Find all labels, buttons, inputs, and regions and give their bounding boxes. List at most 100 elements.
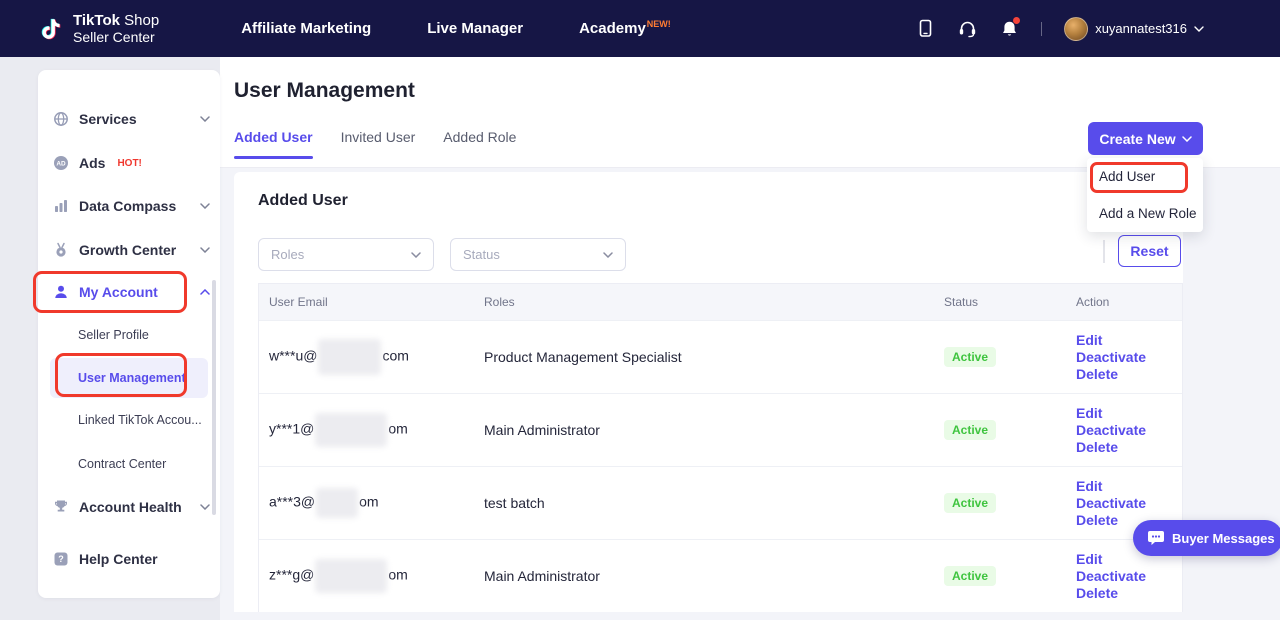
bell-notification-icon[interactable] [999,19,1019,39]
menu-item-add-new-role[interactable]: Add a New Role [1087,195,1203,232]
sidebar-subitem-contract-center[interactable]: Contract Center [50,447,208,481]
status-cell: Active [934,420,1064,440]
chevron-down-icon [1194,26,1204,32]
email-suffix: om [388,567,407,583]
delete-link[interactable]: Delete [1076,439,1182,456]
active-tab-indicator [234,156,313,159]
chevron-up-icon [200,289,210,295]
sidebar-subitem-user-management[interactable]: User Management [50,358,208,398]
sidebar-item-my-account[interactable]: My Account [52,277,210,307]
sidebar-item-help-center[interactable]: ? Help Center [52,544,210,574]
sidebar-item-growth-center[interactable]: Growth Center [52,235,210,265]
panel-heading: Added User [258,192,348,210]
tab-label: Invited User [341,129,416,145]
sidebar-scrollbar[interactable] [212,280,216,515]
column-header-status: Status [934,295,1064,309]
buyer-messages-button[interactable]: Buyer Messages [1133,520,1280,556]
deactivate-link[interactable]: Deactivate [1076,495,1182,512]
users-table: User Email Roles Status Action w***u@ com… [258,283,1183,612]
status-badge: Active [944,347,996,367]
globe-icon [52,111,69,128]
notification-dot [1013,17,1020,24]
mobile-app-icon[interactable] [915,19,935,39]
chevron-down-icon [200,504,210,510]
tiktok-note-icon [38,14,64,44]
email-suffix: om [388,421,407,437]
sidebar-item-account-health[interactable]: Account Health [52,492,210,522]
email-prefix: w***u@ [269,348,317,364]
nav-link-affiliate-marketing[interactable]: Affiliate Marketing [241,20,371,37]
status-badge: Active [944,493,996,513]
nav-links: Affiliate Marketing Live Manager Academy… [241,20,671,37]
bar-chart-icon [52,198,69,215]
email-prefix: y***1@ [269,421,314,437]
role-cell: Main Administrator [474,568,934,584]
role-cell: test batch [474,495,934,511]
edit-link[interactable]: Edit [1076,332,1182,349]
nav-link-academy[interactable]: AcademyNEW! [579,20,671,37]
sidebar-subitem-seller-profile[interactable]: Seller Profile [50,318,208,352]
sidebar-item-services[interactable]: Services [52,104,210,134]
status-filter-select[interactable]: Status [450,238,626,271]
avatar [1064,17,1088,41]
deactivate-link[interactable]: Deactivate [1076,422,1182,439]
email-redaction-blur [315,559,387,593]
chevron-down-icon [200,247,210,253]
column-header-user-email: User Email [259,295,474,309]
tab-added-role[interactable]: Added Role [443,129,516,159]
edit-link[interactable]: Edit [1076,405,1182,422]
delete-link[interactable]: Delete [1076,585,1182,602]
roles-filter-select[interactable]: Roles [258,238,434,271]
action-cell: Edit Deactivate Delete [1064,405,1182,456]
email-redaction-blur [316,488,358,518]
status-cell: Active [934,347,1064,367]
deactivate-link[interactable]: Deactivate [1076,349,1182,366]
deactivate-link[interactable]: Deactivate [1076,568,1182,585]
delete-link[interactable]: Delete [1076,366,1182,383]
brand-title-light: Shop [124,12,159,29]
question-icon: ? [52,551,69,568]
create-new-dropdown: Add User Add a New Role [1087,158,1203,232]
added-user-panel: Added User Roles Status User Email Roles… [234,172,1183,612]
table-row: w***u@com Product Management Specialist … [259,320,1182,393]
medal-icon [52,242,69,259]
sidebar-subitem-linked-tiktok-accounts[interactable]: Linked TikTok Accou... [50,403,208,437]
nav-divider [1041,22,1042,36]
status-filter-placeholder: Status [463,247,500,262]
chevron-down-icon [603,252,613,258]
sidebar-item-ads[interactable]: AD Ads HOT! [52,148,210,178]
svg-text:AD: AD [56,161,66,168]
tab-label: Added User [234,129,313,145]
email-prefix: z***g@ [269,567,314,583]
chevron-down-icon [1182,136,1192,142]
tab-invited-user[interactable]: Invited User [341,129,416,159]
brand-text: TikTok Shop Seller Center [73,12,159,45]
tab-added-user[interactable]: Added User [234,129,313,159]
user-email-cell: z***g@ om [259,559,474,593]
email-suffix: om [359,494,378,510]
user-email-cell: y***1@ om [259,413,474,447]
reset-button[interactable]: Reset [1118,235,1181,267]
roles-filter-placeholder: Roles [271,247,304,262]
trophy-icon [52,499,69,516]
chevron-down-icon [411,252,421,258]
edit-link[interactable]: Edit [1076,478,1182,495]
table-header-row: User Email Roles Status Action [259,284,1182,320]
tab-bar: Added User Invited User Added Role [234,129,516,159]
menu-item-add-user[interactable]: Add User [1087,158,1203,195]
hot-badge: HOT! [117,158,141,169]
tab-label: Added Role [443,129,516,145]
email-suffix: com [382,348,408,364]
nav-link-academy-label: Academy [579,20,646,37]
brand-logo[interactable]: TikTok Shop Seller Center [38,12,159,45]
new-badge: NEW! [647,19,671,29]
ads-icon: AD [52,155,69,172]
sidebar-item-label: Services [79,111,137,127]
user-menu[interactable]: xuyannatest316 [1064,17,1204,41]
create-new-button[interactable]: Create New [1088,122,1203,155]
headset-support-icon[interactable] [957,19,977,39]
nav-link-live-manager[interactable]: Live Manager [427,20,523,37]
user-name: xuyannatest316 [1095,21,1187,36]
sidebar-item-data-compass[interactable]: Data Compass [52,191,210,221]
sidebar-item-label: Account Health [79,499,182,515]
